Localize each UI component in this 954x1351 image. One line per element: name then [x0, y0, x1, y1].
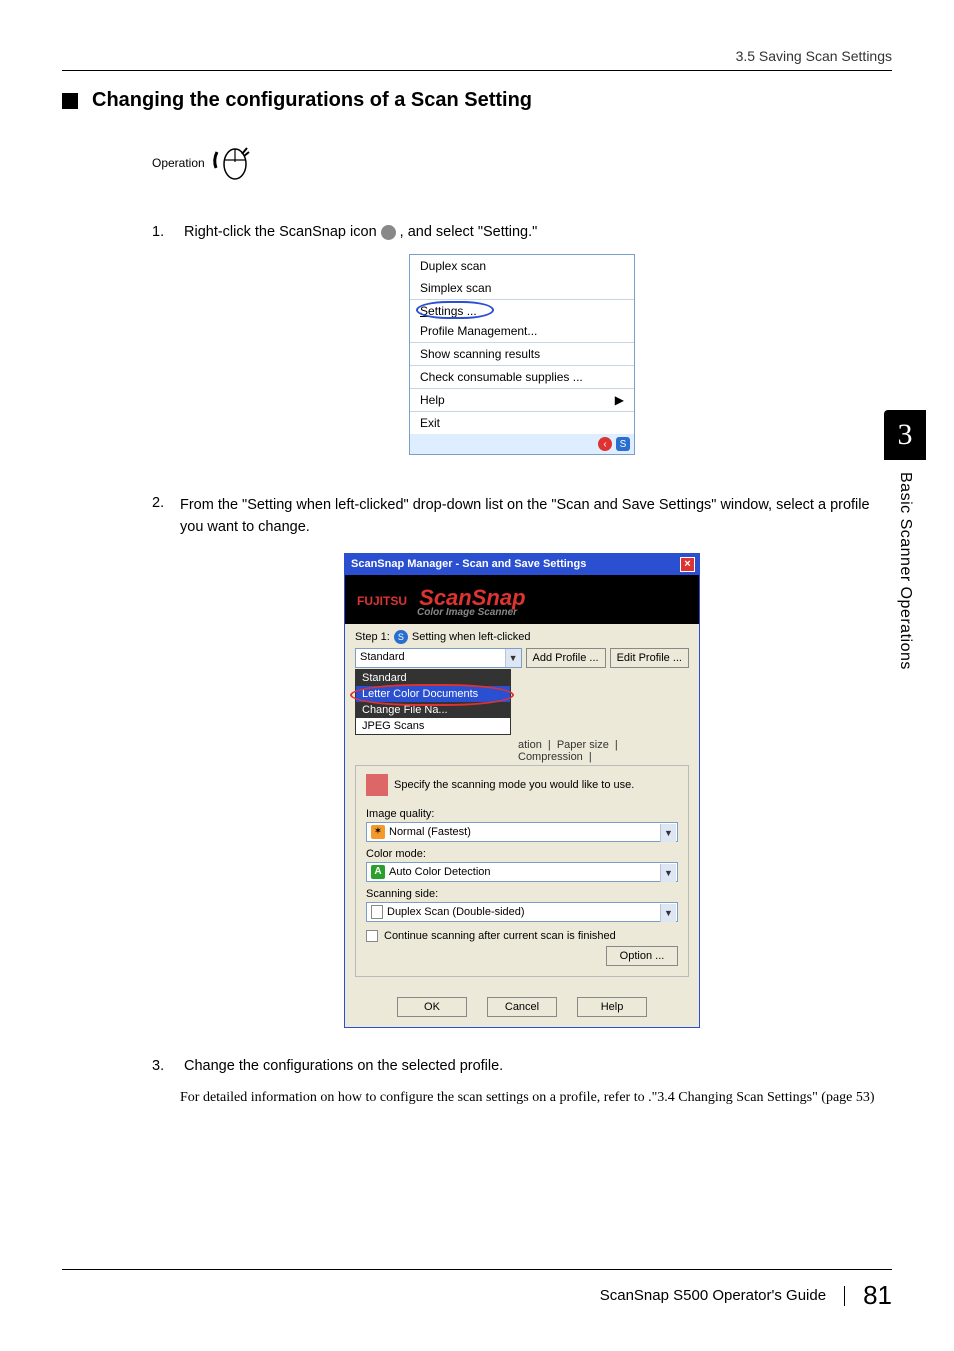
quality-icon: ✶ [371, 825, 385, 839]
menu-item-profile-management[interactable]: Profile Management... [410, 320, 634, 342]
step-1-text-a: Right-click the ScanSnap icon [184, 224, 377, 240]
profile-select[interactable]: Standard ▼ [355, 648, 522, 668]
section-title: Changing the configurations of a Scan Se… [92, 89, 532, 112]
operation-badge: Operation [152, 142, 892, 184]
dropdown-arrow-icon[interactable]: ▼ [660, 864, 676, 882]
menu-item-simplex[interactable]: Simplex scan [410, 277, 634, 299]
square-bullet-icon [62, 93, 78, 109]
close-button[interactable]: × [680, 557, 695, 572]
menu-item-settings-label: ettings ... [428, 304, 477, 318]
brand-fujitsu: FUJITSU [357, 594, 407, 608]
tab-partial[interactable]: ation [518, 739, 542, 751]
step-1-text-b: , and select "Setting." [400, 224, 538, 240]
color-mode-value: Auto Color Detection [389, 866, 491, 878]
step-2-text: From the "Setting when left-clicked" dro… [180, 495, 892, 539]
profile-select-value: Standard [355, 648, 522, 668]
scanning-side-value: Duplex Scan (Double-sided) [387, 906, 525, 918]
step-2-number: 2. [152, 495, 180, 511]
edit-profile-button[interactable]: Edit Profile ... [610, 648, 689, 668]
color-mode-label: Color mode: [366, 848, 678, 860]
submenu-arrow-icon: ▶ [615, 393, 624, 407]
tab-strip: ation | Paper size | Compression | [355, 737, 689, 765]
step-3-text: Change the configurations on the selecte… [184, 1058, 503, 1074]
breadcrumb: 3.5 Saving Scan Settings [62, 48, 892, 64]
chapter-side-tab: 3 Basic Scanner Operations [884, 410, 926, 670]
chapter-number-chip: 3 [884, 410, 926, 460]
tray-back-icon[interactable]: ‹ [598, 437, 612, 451]
dropdown-arrow-icon[interactable]: ▼ [660, 824, 676, 842]
ok-button[interactable]: OK [397, 997, 467, 1017]
menu-item-settings[interactable]: Settings ... [410, 300, 634, 320]
footer-rule [62, 1269, 892, 1270]
auto-color-icon: A [371, 865, 385, 879]
brand-sub: Color Image Scanner [417, 607, 687, 618]
menu-item-help-label: Help [420, 393, 445, 407]
step-indicator-row: Step 1: S Setting when left-clicked [355, 630, 689, 644]
step-3: 3. Change the configurations on the sele… [152, 1058, 892, 1074]
dropdown-arrow-icon[interactable]: ▼ [505, 649, 521, 667]
menu-item-duplex[interactable]: Duplex scan [410, 255, 634, 277]
mouse-icon [211, 142, 253, 184]
scanning-tab-panel: Specify the scanning mode you would like… [355, 765, 689, 977]
scanning-side-select[interactable]: Duplex Scan (Double-sided) ▼ [366, 902, 678, 922]
footer-guide-title: ScanSnap S500 Operator's Guide [600, 1287, 826, 1304]
brand-scansnap: ScanSnap [419, 585, 525, 610]
color-mode-select[interactable]: A Auto Color Detection ▼ [366, 862, 678, 882]
menu-item-show-results[interactable]: Show scanning results [410, 343, 634, 365]
profile-option-change-file[interactable]: Change File Na... [356, 702, 510, 718]
image-quality-label: Image quality: [366, 808, 678, 820]
page-footer: ScanSnap S500 Operator's Guide 81 [62, 1269, 892, 1311]
context-menu: Duplex scan Simplex scan Settings ... Pr… [409, 254, 635, 455]
footer-divider [844, 1286, 845, 1306]
menu-item-consumables[interactable]: Check consumable supplies ... [410, 366, 634, 388]
window-titlebar: ScanSnap Manager - Scan and Save Setting… [345, 554, 699, 575]
step-2: 2. From the "Setting when left-clicked" … [152, 495, 892, 539]
continue-scan-label: Continue scanning after current scan is … [384, 930, 616, 942]
header-rule [62, 70, 892, 71]
duplex-page-icon [371, 905, 383, 919]
dialog-button-row: OK Cancel Help [345, 987, 699, 1027]
step-name: Setting when left-clicked [412, 631, 531, 643]
step-s-icon: S [394, 630, 408, 644]
brand-banner: FUJITSU ScanSnap Color Image Scanner [345, 575, 699, 624]
dropdown-arrow-icon[interactable]: ▼ [660, 904, 676, 922]
continue-scan-checkbox-row[interactable]: Continue scanning after current scan is … [366, 930, 678, 942]
add-profile-button[interactable]: Add Profile ... [526, 648, 606, 668]
tab-paper-size[interactable]: Paper size [557, 739, 609, 751]
cancel-button[interactable]: Cancel [487, 997, 557, 1017]
step-1-number: 1. [152, 224, 180, 240]
scanning-side-label: Scanning side: [366, 888, 678, 900]
instruct-text: Specify the scanning mode you would like… [394, 779, 634, 791]
operation-label: Operation [152, 156, 205, 170]
checkbox-icon[interactable] [366, 930, 378, 942]
scansnap-tray-icon [381, 225, 396, 240]
menu-item-help[interactable]: Help ▶ [410, 389, 634, 411]
menu-item-exit[interactable]: Exit [410, 412, 634, 434]
tray-scansnap-icon[interactable]: S [616, 437, 630, 451]
footer-page-number: 81 [863, 1280, 892, 1311]
profile-dropdown-list: Standard Letter Color Documents Change F… [355, 669, 511, 735]
profile-option-letter-color[interactable]: Letter Color Documents [356, 686, 510, 702]
scan-mode-icon [366, 774, 388, 796]
scan-settings-window: ScanSnap Manager - Scan and Save Setting… [344, 553, 700, 1028]
profile-option-jpeg[interactable]: JPEG Scans [356, 718, 510, 734]
image-quality-select[interactable]: ✶ Normal (Fastest) ▼ [366, 822, 678, 842]
image-quality-value: Normal (Fastest) [389, 826, 471, 838]
option-button[interactable]: Option ... [606, 946, 678, 966]
step-label: Step 1: [355, 631, 390, 643]
section-heading: Changing the configurations of a Scan Se… [62, 89, 892, 112]
menu-item-settings-label-underline: S [420, 304, 428, 318]
chapter-title-vertical: Basic Scanner Operations [896, 472, 914, 670]
step-1: 1. Right-click the ScanSnap icon , and s… [152, 224, 892, 240]
help-button[interactable]: Help [577, 997, 647, 1017]
system-tray: ‹ S [410, 434, 634, 454]
profile-option-standard[interactable]: Standard [356, 670, 510, 686]
window-title: ScanSnap Manager - Scan and Save Setting… [351, 558, 586, 570]
tab-compression[interactable]: Compression [518, 751, 583, 763]
step-3-number: 3. [152, 1058, 180, 1074]
step-3-description: For detailed information on how to confi… [180, 1088, 892, 1108]
